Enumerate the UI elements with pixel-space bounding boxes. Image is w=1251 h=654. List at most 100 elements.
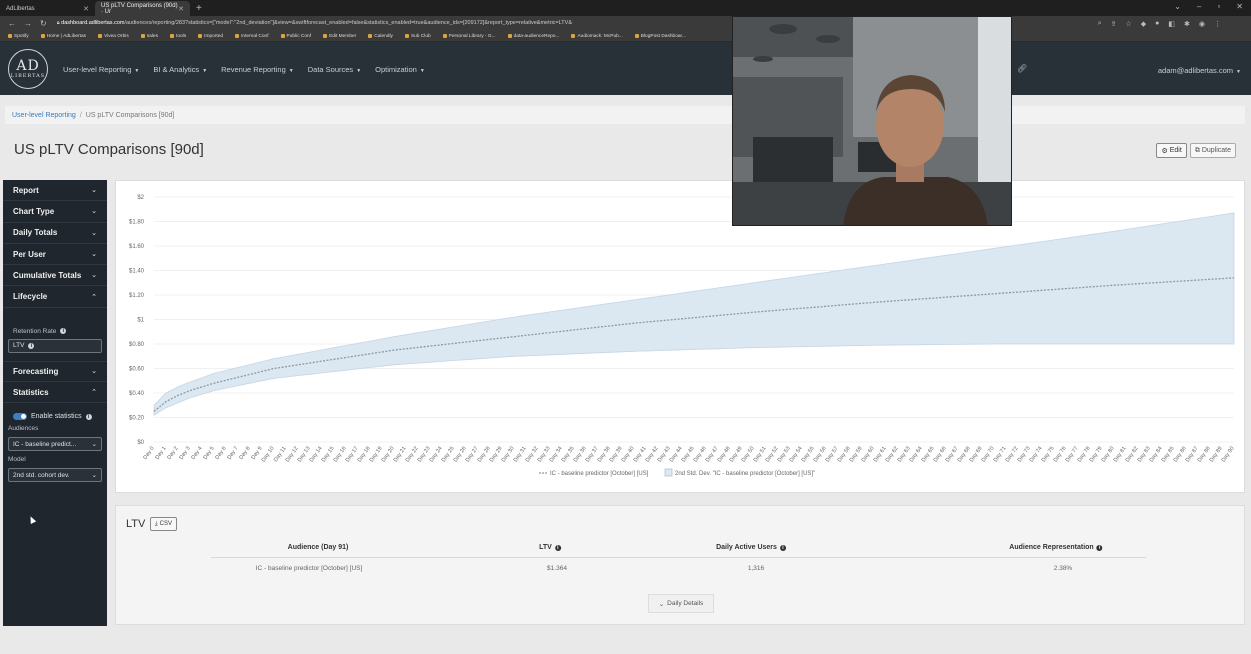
enable-statistics-toggle[interactable]: [13, 413, 27, 421]
bookmark-item[interactable]: tools: [169, 34, 186, 39]
section-cumulative-totals[interactable]: Cumulative Totals ⌄: [3, 265, 107, 287]
bookmark-item[interactable]: Sub Club: [404, 33, 431, 39]
tab-label: AdLibertas: [6, 5, 35, 12]
bookmark-item[interactable]: Imported: [198, 34, 223, 39]
extension-icon[interactable]: ●: [1155, 20, 1159, 28]
bookmark-item[interactable]: Calendly: [368, 34, 393, 39]
y-tick-label: $0.40: [129, 391, 145, 397]
reload-icon[interactable]: ↻: [40, 19, 47, 28]
model-select[interactable]: 2nd std. cohort dev. ⌄: [8, 468, 102, 483]
puzzle-icon[interactable]: ✱: [1184, 20, 1190, 28]
url-field[interactable]: 🔒︎ dashboard.adlibertas.com/audiences/re…: [57, 20, 777, 27]
section-daily-totals[interactable]: Daily Totals ⌄: [3, 223, 107, 244]
csv-download-button[interactable]: ⤓ CSV: [150, 517, 177, 531]
menu-data-sources[interactable]: Data Sources ▼: [308, 65, 361, 74]
legend-swatch-band: [664, 468, 673, 477]
menu-bi-analytics[interactable]: BI & Analytics ▼: [153, 65, 207, 74]
section-label: Daily Totals: [13, 228, 58, 238]
app-navbar: AD LIBERTAS User-level Reporting ▼ BI & A…: [0, 42, 1251, 95]
new-tab-icon[interactable]: +: [196, 3, 202, 14]
minimize-icon[interactable]: –: [1197, 2, 1201, 11]
duplicate-label: Duplicate: [1201, 147, 1231, 154]
bookmark-item[interactable]: Spotify: [8, 34, 29, 39]
col-ltv[interactable]: LTV i: [539, 544, 561, 551]
link-icon[interactable]: 🔗︎: [1017, 64, 1027, 73]
browser-tab-report[interactable]: US pLTV Comparisons (90d) · Ur ✕: [95, 1, 190, 16]
menu-revenue-reporting[interactable]: Revenue Reporting ▼: [221, 65, 294, 74]
audience-select[interactable]: IC - baseline predict... ⌄: [8, 437, 102, 452]
browser-tab-adlibertas[interactable]: AdLibertas ✕: [0, 1, 95, 16]
daily-details-button[interactable]: ⌄ Daily Details: [648, 594, 714, 613]
profile-icon[interactable]: ◉: [1199, 20, 1205, 28]
caret-down-icon: ▼: [288, 68, 294, 74]
extension-icon[interactable]: ◆: [1141, 20, 1146, 28]
col-audience[interactable]: Audience (Day 91): [288, 544, 349, 551]
info-icon[interactable]: i: [28, 342, 35, 349]
tab-label: US pLTV Comparisons (90d) · Ur: [101, 2, 178, 15]
section-forecasting[interactable]: Forecasting ⌄: [3, 360, 107, 383]
info-icon[interactable]: i: [1096, 544, 1103, 551]
section-per-user[interactable]: Per User ⌄: [3, 244, 107, 266]
bookmark-item[interactable]: Edit Member: [323, 34, 356, 39]
menu-optimization[interactable]: Optimization ▼: [375, 65, 425, 74]
breadcrumb-parent[interactable]: User-level Reporting: [12, 112, 76, 119]
col-daily-active-users[interactable]: Daily Active Users i: [716, 544, 786, 551]
y-tick-label: $1.60: [129, 244, 145, 250]
close-tab-icon[interactable]: ✕: [178, 5, 184, 13]
info-icon[interactable]: i: [85, 413, 92, 420]
forward-icon[interactable]: →: [24, 19, 32, 28]
info-icon[interactable]: i: [554, 544, 561, 551]
chevron-down-icon[interactable]: ⌄: [1174, 2, 1181, 11]
bookmark-label: Public Conf: [286, 33, 312, 39]
main-menu: User-level Reporting ▼ BI & Analytics ▼ Re…: [63, 65, 425, 74]
menu-icon[interactable]: ⋮: [1214, 20, 1221, 28]
info-icon[interactable]: i: [779, 544, 786, 551]
legend-label: IC - baseline predictor [October] [US]: [550, 471, 649, 477]
download-icon: ⤓: [155, 520, 158, 527]
bookmark-item[interactable]: Public Conf: [280, 33, 312, 39]
bookmark-item[interactable]: Vivea Orbis: [98, 34, 129, 39]
section-report[interactable]: Report ⌄: [3, 180, 107, 202]
bookmark-label: Internal Conf: [241, 33, 269, 39]
chevron-down-icon: ⌄: [91, 472, 97, 480]
back-icon[interactable]: ←: [8, 19, 16, 28]
adlibertas-logo[interactable]: AD LIBERTAS: [8, 49, 48, 89]
bookmark-item[interactable]: Audiomack: McPub...: [571, 34, 623, 39]
bookmark-label: Sub Club: [410, 33, 431, 39]
section-label: Forecasting: [13, 366, 59, 376]
bookmark-item[interactable]: BlogPost Dashboar...: [634, 34, 686, 39]
close-tab-icon[interactable]: ✕: [83, 5, 89, 13]
caret-down-icon: ▼: [134, 68, 140, 74]
menu-label: BI & Analytics: [153, 65, 200, 74]
bookmark-icon: [404, 34, 409, 38]
breadcrumb-separator: /: [79, 111, 82, 119]
duplicate-button[interactable]: ⧉ Duplicate: [1189, 143, 1236, 158]
section-lifecycle[interactable]: Lifecycle ⌃: [3, 286, 107, 308]
section-chart-type[interactable]: Chart Type ⌄: [3, 201, 107, 223]
bookmark-item[interactable]: Home | AdLibertas: [40, 34, 86, 39]
bookmark-item[interactable]: Internal Conf: [235, 33, 269, 39]
edit-button[interactable]: ⚙ Edit: [1156, 143, 1187, 158]
maximize-icon[interactable]: ▫: [1217, 2, 1220, 11]
bookmark-icon: [442, 34, 447, 38]
table-divider: [211, 557, 1146, 558]
ltv-option[interactable]: LTV i: [8, 338, 102, 353]
bookmark-item[interactable]: data-audienceRepo...: [507, 34, 559, 39]
star-icon[interactable]: ☆: [1125, 20, 1131, 28]
bookmark-item[interactable]: Personal Library - G...: [442, 34, 496, 39]
cell-dau: 1,316: [747, 565, 765, 572]
copy-icon: ⧉: [1194, 146, 1200, 154]
info-icon[interactable]: i: [60, 328, 67, 335]
cell-ltv: $1.364: [547, 565, 567, 572]
share-icon[interactable]: ⇪: [1111, 20, 1117, 28]
bookmark-item[interactable]: sales: [140, 34, 158, 39]
bookmark-label: Spotify: [14, 33, 29, 39]
chevron-down-icon: ⌄: [91, 208, 97, 216]
search-icon[interactable]: ⌕: [1098, 20, 1102, 28]
user-menu[interactable]: adam@adlibertas.com ▼: [1158, 66, 1241, 75]
col-audience-representation[interactable]: Audience Representation i: [1009, 544, 1103, 551]
extension-icon[interactable]: ◧: [1168, 20, 1175, 28]
section-statistics[interactable]: Statistics ⌃: [3, 382, 107, 404]
menu-user-level-reporting[interactable]: User-level Reporting ▼: [63, 65, 139, 74]
close-window-icon[interactable]: ✕: [1236, 2, 1243, 11]
